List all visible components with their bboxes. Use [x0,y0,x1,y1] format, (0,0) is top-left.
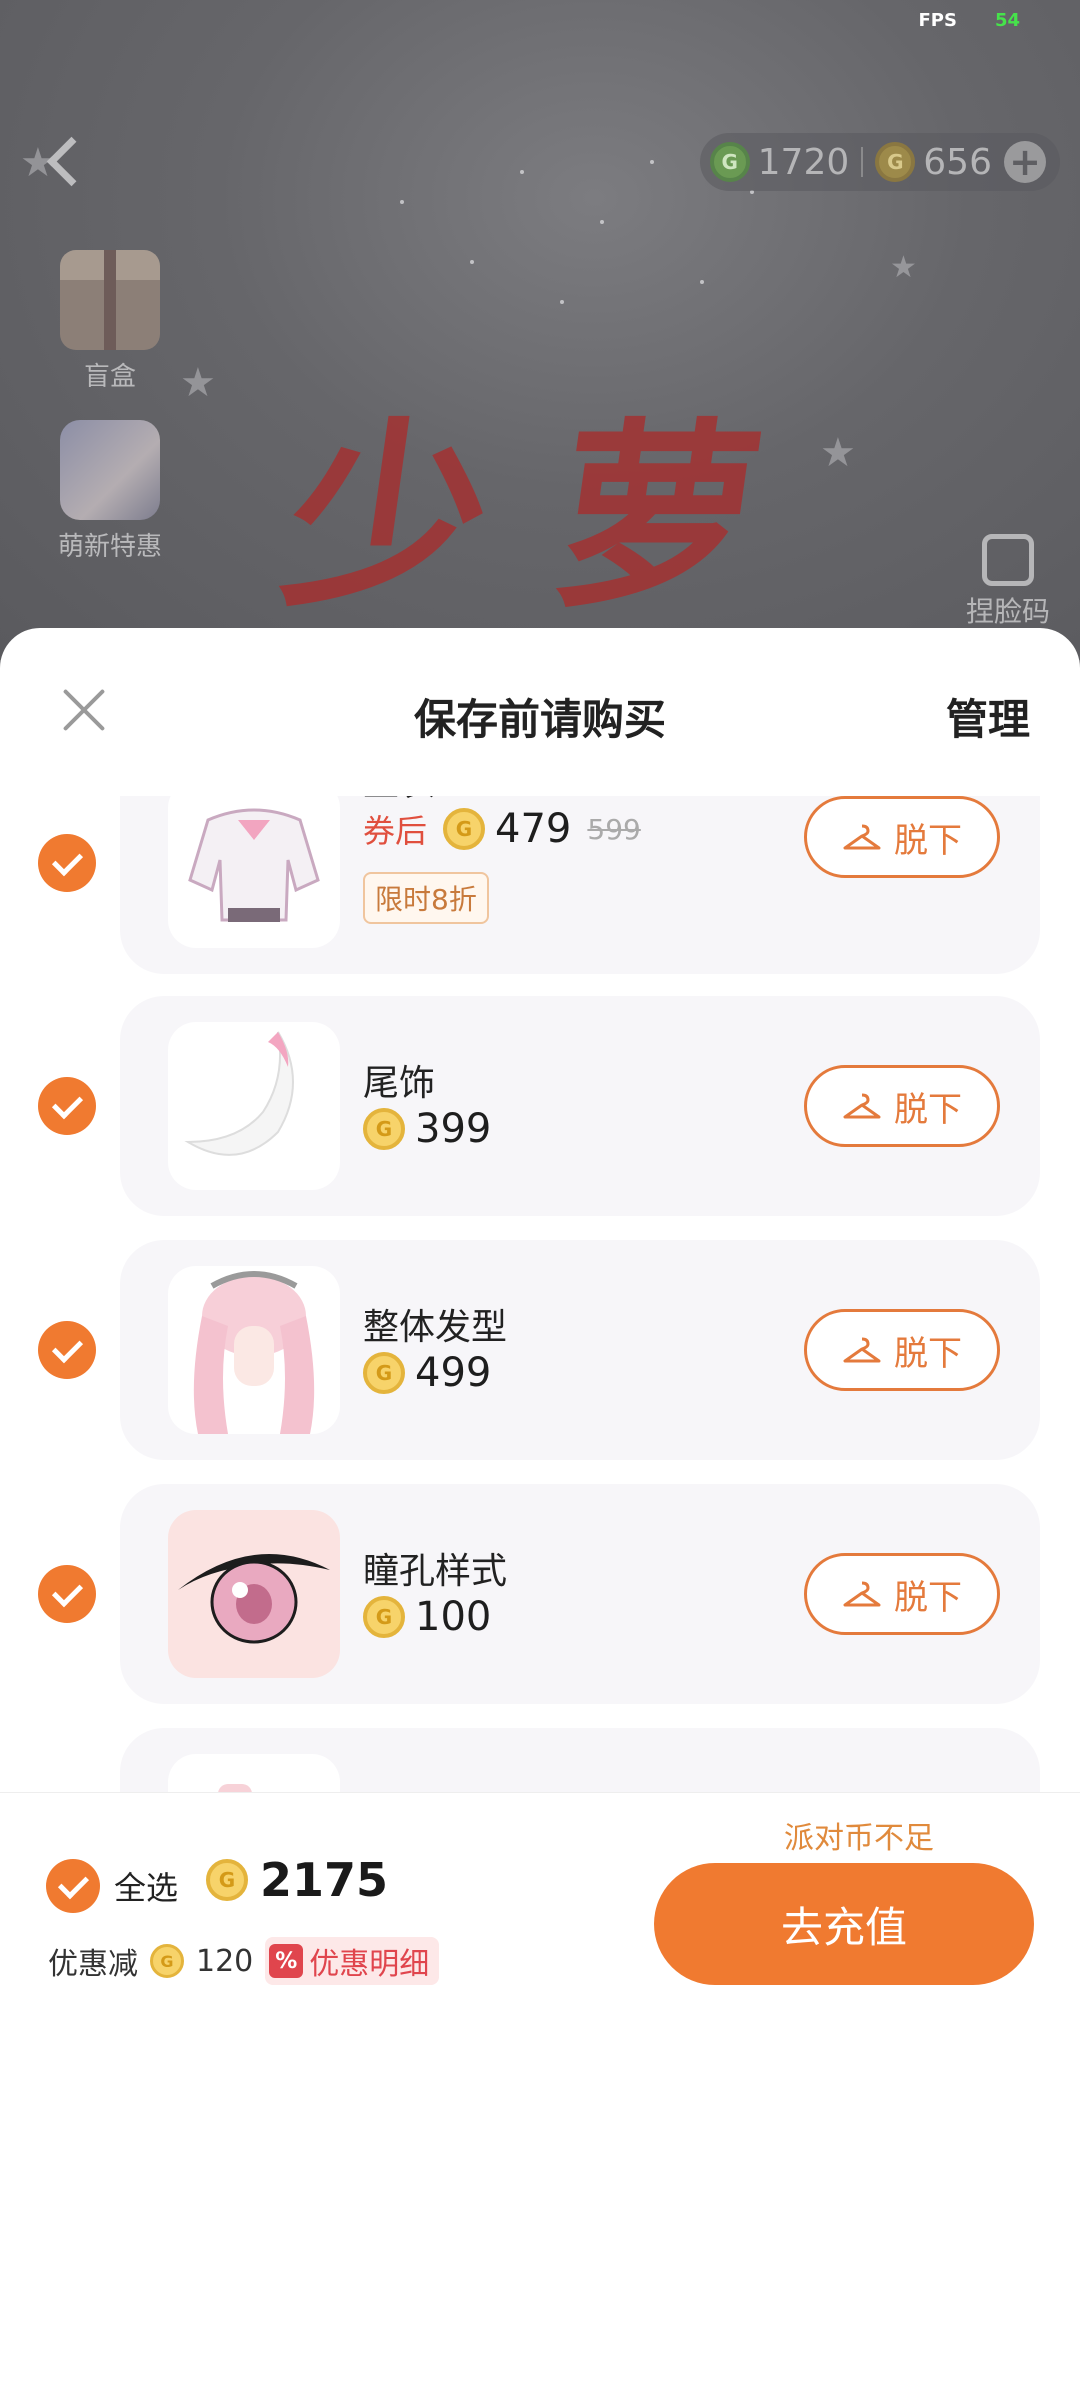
hanger-icon [842,1579,882,1609]
item-name: 尾饰 [363,1063,436,1104]
newbie-offer-icon [60,420,160,520]
remove-label: 脱下 [894,820,962,861]
back-button[interactable] [36,130,96,190]
gold-coin-icon: G [875,142,916,182]
discount-label: 优惠减 [48,1947,138,1982]
total-price: G 2175 [206,1853,388,1907]
gold-coin-icon: G [150,1944,184,1978]
remove-button[interactable]: 脱下 [804,1065,1000,1147]
blind-box-label: 盲盒 [83,362,136,392]
add-currency-icon[interactable]: + [1004,141,1046,183]
face-code-entry[interactable]: 捏脸码 [966,534,1050,630]
remove-button[interactable]: 脱下 [804,1309,1000,1391]
checkout-footer: 派对币不足 全选 G 2175 优惠减 G 120 % 优惠明细 去充值 [0,1792,1080,2400]
tail-thumbnail [168,1022,340,1190]
price-value: 399 [415,1106,492,1152]
select-all-label: 全选 [114,1869,179,1907]
remove-label: 脱下 [894,1089,962,1130]
item-price: G 100 [363,1594,491,1640]
top-thumbnail [168,796,340,948]
gold-coin-icon: G [363,1108,405,1150]
edit-icon [981,534,1034,586]
item-list[interactable]: 上衣 券后 G 479 599 限时8折 脱下 [0,796,1080,1792]
list-item: 鞋 G 399 脱下 [0,1728,1080,1792]
item-price: G 499 [363,1350,491,1396]
shoes-thumbnail [168,1754,340,1792]
hanger-icon [842,822,882,852]
green-currency: G 1720 [709,141,850,183]
price-value: 100 [415,1594,492,1640]
sheet-title: 保存前请购买 [413,695,666,744]
fps-counter: FPS 54 [918,10,1020,31]
gold-coin-icon: G [363,1596,405,1638]
price-value: 479 [495,806,572,852]
newbie-offer-entry[interactable]: 萌新特惠 [40,420,180,563]
item-card: 鞋 G 399 脱下 [120,1728,1040,1792]
checkbox-checked-icon[interactable] [38,1565,96,1623]
recharge-button[interactable]: 去充值 [654,1863,1034,1985]
green-currency-value: 1720 [757,141,850,183]
green-coin-icon: G [709,142,750,182]
item-name: 上衣 [363,796,435,806]
hanger-icon [842,1335,882,1365]
currency-bar: G 1720 G 656 + [699,133,1060,191]
list-item: 上衣 券后 G 479 599 限时8折 脱下 [0,796,1080,974]
list-item: 整体发型 G 499 脱下 [0,1240,1080,1460]
remove-button[interactable]: 脱下 [804,796,1000,878]
percent-icon: % [269,1944,304,1978]
gold-coin-icon: G [206,1859,248,1901]
insufficient-notice: 派对币不足 [784,1821,934,1856]
item-price: G 399 [363,1106,491,1152]
coupon-label: 券后 [363,812,428,850]
hanger-icon [842,1091,882,1121]
gold-currency: G 656 [875,142,992,183]
purchase-sheet: 保存前请购买 管理 上衣 券后 G 479 599 [0,628,1080,2400]
remove-label: 脱下 [894,1333,962,1374]
blind-box-entry[interactable]: 盲盒 [40,250,180,393]
discount-tag: 限时8折 [363,872,489,924]
gold-coin-icon: G [363,1352,405,1394]
checkbox-checked-icon[interactable] [38,1321,96,1379]
manage-button[interactable]: 管理 [946,686,1030,747]
select-all-toggle[interactable]: 全选 [46,1859,178,1913]
item-card: 尾饰 G 399 脱下 [120,996,1040,1216]
list-item: 瞳孔样式 G 100 脱下 [0,1484,1080,1704]
checkbox-checked-icon[interactable] [38,834,96,892]
remove-button[interactable]: 脱下 [804,1553,1000,1635]
gold-coin-icon: G [443,808,486,850]
discount-line: 优惠减 G 120 % 优惠明细 [48,1937,440,1985]
gold-currency-value: 656 [923,141,992,183]
hairstyle-thumbnail [168,1266,340,1434]
checkbox-checked-icon[interactable] [46,1859,100,1913]
remove-label: 脱下 [894,1577,962,1618]
game-background: ★ ★ ★ ★ 少萝 FPS 54 G 1720 G 656 + 盲盒 萌新特惠 … [0,0,1080,660]
pupil-thumbnail [168,1510,340,1678]
price-value: 499 [415,1350,492,1396]
item-card: 上衣 券后 G 479 599 限时8折 脱下 [120,796,1040,974]
newbie-offer-label: 萌新特惠 [57,532,162,562]
total-value: 2175 [260,1853,389,1907]
title-art: 少萝 [271,400,845,635]
checkbox-checked-icon[interactable] [38,1077,96,1135]
sheet-header: 保存前请购买 管理 [0,628,1080,798]
original-price: 599 [587,812,641,846]
item-card: 瞳孔样式 G 100 脱下 [120,1484,1040,1704]
face-code-label: 捏脸码 [965,595,1050,628]
item-name: 整体发型 [363,1307,508,1348]
item-name: 瞳孔样式 [363,1551,508,1592]
currency-divider [861,147,864,177]
list-item: 尾饰 G 399 脱下 [0,996,1080,1216]
discount-value: 120 [196,1943,254,1979]
gift-box-icon [60,250,160,350]
discount-detail-link[interactable]: % 优惠明细 [265,1937,440,1985]
item-price: 券后 G 479 599 [363,806,641,852]
item-card: 整体发型 G 499 脱下 [120,1240,1040,1460]
discount-detail-label: 优惠明细 [309,1947,430,1982]
